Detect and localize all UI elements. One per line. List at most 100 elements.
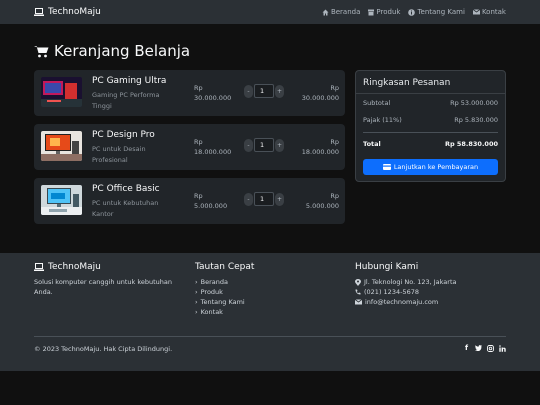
footer-brand-name: TechnoMaju [48,262,101,272]
navbar: TechnoMaju Beranda Produk Tentang Kami K… [0,0,540,24]
email-text: info@technomaju.com [365,298,439,306]
envelope-icon [355,299,362,305]
footer-contact-title: Hubungi Kami [355,262,419,272]
laptop-icon [34,8,44,16]
nav-label: Produk [376,8,401,16]
quantity-stepper: - 1 + [244,192,284,206]
nav-link-kontak[interactable]: Kontak [472,8,506,16]
nav-menu: Beranda Produk Tentang Kami Kontak [322,8,506,16]
checkout-label: Lanjutkan ke Pembayaran [393,163,479,171]
tax-amount: Rp 5.830.000 [454,116,498,124]
footer-link-label: Produk [200,288,223,296]
box-icon [368,9,375,15]
subtotal-amount: Rp 53.000.000 [450,99,498,107]
nav-link-tentang[interactable]: Tentang Kami [408,8,465,16]
contact-address: Jl. Teknologi No. 123, Jakarta [355,277,457,287]
footer-tagline: Solusi komputer canggih untuk kebutuhan … [34,278,172,296]
envelope-icon [472,9,480,15]
quantity-stepper: - 1 + [244,138,284,152]
product-price: Rp 18.000.000 [194,137,231,157]
chevron-right-icon: › [195,298,198,306]
footer-link-beranda[interactable]: › Beranda [195,277,254,287]
footer-link-label: Beranda [200,278,228,286]
price-currency: Rp [194,138,203,146]
page-title-text: Keranjang Belanja [54,42,191,60]
laptop-icon [34,263,44,271]
qty-input[interactable]: 1 [254,84,274,98]
footer-divider [34,336,506,337]
total-divider [363,132,498,133]
chevron-right-icon: › [195,288,198,296]
product-name[interactable]: PC Gaming Ultra [92,76,166,86]
linkedin-icon[interactable] [499,344,506,352]
footer-link-produk[interactable]: › Produk [195,287,254,297]
product-desc: PC untuk Desain Profesional [92,145,146,164]
increase-qty-button[interactable]: + [275,192,284,206]
item-subtotal: Rp 5.000.000 [306,191,339,211]
phone-text: (021) 1234-5678 [364,288,419,296]
decrease-qty-button[interactable]: - [244,84,253,98]
cart-item: PC Office Basic PC untuk Kebutuhan Kanto… [34,178,345,224]
increase-qty-button[interactable]: + [275,138,284,152]
footer-quick-links: Tautan Cepat › Beranda › Produk › Tentang K… [195,262,254,317]
subtotal-currency: Rp [330,138,339,146]
nav-link-produk[interactable]: Produk [368,8,400,16]
subtotal-value: 5.000.000 [305,202,339,210]
qty-input[interactable]: 1 [254,192,274,206]
product-name[interactable]: PC Design Pro [92,130,155,140]
instagram-icon[interactable] [487,344,494,352]
price-value: 18.000.000 [194,148,232,156]
map-marker-icon [355,278,361,286]
checkout-button[interactable]: Lanjutkan ke Pembayaran [363,159,498,175]
subtotal-value: 18.000.000 [301,148,339,156]
item-subtotal: Rp 30.000.000 [302,83,339,103]
footer-contact: Hubungi Kami Jl. Teknologi No. 123, Jaka… [355,262,457,307]
brand-link[interactable]: TechnoMaju [34,7,101,17]
product-desc: PC untuk Kebutuhan Kantor [92,199,159,218]
nav-label: Kontak [481,8,506,16]
product-image [41,131,82,161]
contact-email[interactable]: info@technomaju.com [355,297,457,307]
order-summary: Ringkasan Pesanan Subtotal Rp 53.000.000… [355,70,506,182]
cart-item: PC Gaming Ultra Gaming PC Performa Tingg… [34,70,345,116]
summary-subtotal-row: Subtotal Rp 53.000.000 [363,99,498,107]
footer-link-tentang[interactable]: › Tentang Kami [195,297,254,307]
page-title: Keranjang Belanja [34,42,190,60]
decrease-qty-button[interactable]: - [244,192,253,206]
item-subtotal: Rp 18.000.000 [302,137,339,157]
product-price: Rp 5.000.000 [194,191,227,211]
total-amount: Rp 58.830.000 [444,140,498,148]
address-text: Jl. Teknologi No. 123, Jakarta [364,278,457,286]
qty-input[interactable]: 1 [254,138,274,152]
nav-link-beranda[interactable]: Beranda [322,8,360,16]
summary-divider [356,93,505,94]
product-name[interactable]: PC Office Basic [92,184,160,194]
footer-link-kontak[interactable]: › Kontak [195,307,254,317]
product-image [41,77,82,107]
product-desc: Gaming PC Performa Tinggi [92,91,160,110]
footer-link-label: Tentang Kami [200,298,245,306]
decrease-qty-button[interactable]: - [244,138,253,152]
summary-tax-row: Pajak (11%) Rp 5.830.000 [363,116,498,124]
shopping-cart-icon [34,45,49,57]
phone-icon [355,289,361,295]
contact-phone: (021) 1234-5678 [355,287,457,297]
subtotal-label: Subtotal [363,99,391,107]
cart-item: PC Design Pro PC untuk Desain Profesiona… [34,124,345,170]
tax-label: Pajak (11%) [363,116,402,124]
summary-title: Ringkasan Pesanan [363,78,451,88]
price-value: 30.000.000 [194,94,232,102]
info-icon [408,8,416,16]
product-image [41,185,82,215]
home-icon [322,9,329,15]
facebook-icon[interactable]: f [463,344,470,352]
brand-name: TechnoMaju [48,7,101,17]
footer: TechnoMaju Solusi komputer canggih untuk… [0,253,540,371]
nav-label: Beranda [330,8,361,16]
increase-qty-button[interactable]: + [275,84,284,98]
twitter-icon[interactable] [475,344,482,352]
footer-link-label: Kontak [200,308,223,316]
social-links: f [463,344,506,352]
credit-card-icon [382,164,391,170]
product-price: Rp 30.000.000 [194,83,231,103]
